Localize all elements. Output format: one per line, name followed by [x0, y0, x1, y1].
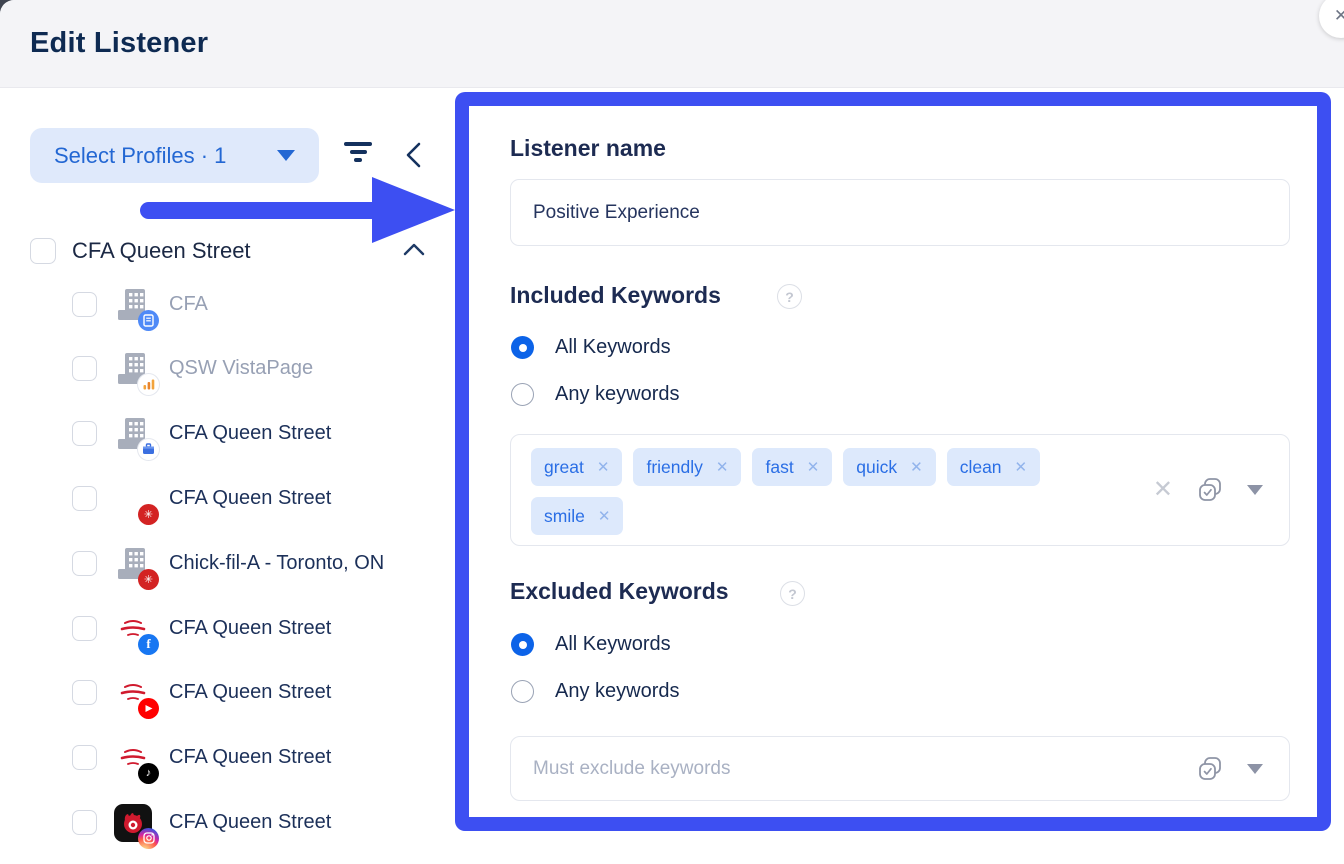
keyword-chip: great✕ [531, 448, 622, 486]
yelp-badge-icon: ✳ [138, 569, 159, 590]
building-icon [114, 415, 152, 453]
copy-select-icon[interactable] [1195, 475, 1225, 505]
radio-selected-icon[interactable] [511, 633, 534, 656]
chevron-up-icon[interactable] [402, 240, 426, 260]
listener-name-label: Listener name [510, 135, 666, 162]
caret-down-icon[interactable] [1247, 764, 1263, 774]
google-business-badge-icon [138, 439, 159, 460]
brand-logo-avatar [114, 804, 152, 842]
profile-checkbox[interactable] [72, 421, 97, 446]
profile-checkbox[interactable] [72, 486, 97, 511]
facebook-badge-icon: f [138, 634, 159, 655]
profile-checkbox[interactable] [72, 292, 97, 317]
modal-header: Edit Listener ✕ [0, 0, 1344, 88]
list-item[interactable]: ✳ Chick-fil-A - Toronto, ON [0, 531, 455, 596]
help-icon[interactable]: ? [777, 284, 802, 309]
brand-script-avatar [114, 674, 152, 712]
list-item[interactable]: ♪ CFA Queen Street [0, 725, 455, 790]
group-label: CFA Queen Street [72, 238, 251, 264]
profile-label: CFA [169, 293, 208, 316]
profile-label: CFA Queen Street [169, 617, 331, 640]
radio-unselected-icon[interactable] [511, 680, 534, 703]
profile-checkbox[interactable] [72, 616, 97, 641]
excluded-any-keywords-option[interactable]: Any keywords [511, 680, 680, 703]
excluded-placeholder: Must exclude keywords [533, 758, 1173, 780]
included-any-keywords-option[interactable]: Any keywords [511, 383, 680, 406]
tiktok-badge-icon: ♪ [138, 763, 159, 784]
select-profiles-button[interactable]: Select Profiles · 1 [30, 128, 319, 183]
radio-selected-icon[interactable] [511, 336, 534, 359]
excluded-keywords-input[interactable]: Must exclude keywords [510, 736, 1290, 801]
youtube-badge-icon [138, 698, 159, 719]
collapse-panel-chevron-left-icon[interactable] [402, 140, 426, 170]
included-keywords-input[interactable]: great✕ friendly✕ fast✕ quick✕ clean✕ smi… [510, 434, 1290, 546]
close-button[interactable]: ✕ [1319, 0, 1344, 38]
keyword-tools: ✕ [1129, 435, 1289, 545]
clear-all-icon[interactable]: ✕ [1153, 478, 1173, 502]
list-item[interactable]: ✳ CFA Queen Street [0, 466, 455, 531]
select-profiles-label: Select Profiles · 1 [54, 143, 226, 169]
profile-label: CFA Queen Street [169, 681, 331, 704]
keyword-chips: great✕ friendly✕ fast✕ quick✕ clean✕ smi… [511, 435, 1129, 545]
close-icon: ✕ [1334, 6, 1344, 26]
profile-doc-badge-icon [138, 310, 159, 331]
help-icon[interactable]: ? [780, 581, 805, 606]
radio-unselected-icon[interactable] [511, 383, 534, 406]
profile-group-row[interactable]: CFA Queen Street [0, 234, 455, 268]
excluded-all-keywords-option[interactable]: All Keywords [511, 633, 671, 656]
profile-checkbox[interactable] [72, 810, 97, 835]
profile-label: QSW VistaPage [169, 357, 313, 380]
profile-checkbox[interactable] [72, 680, 97, 705]
list-item[interactable]: CFA Queen Street [0, 790, 455, 855]
remove-keyword-icon[interactable]: ✕ [910, 458, 923, 476]
brand-script-avatar: ♪ [114, 739, 152, 777]
filter-icon[interactable] [343, 142, 373, 168]
building-icon: ✳ [114, 545, 152, 583]
building-icon [114, 350, 152, 388]
page-title: Edit Listener [30, 27, 208, 60]
yelp-badge-icon: ✳ [138, 504, 159, 525]
profile-label: CFA Queen Street [169, 746, 331, 769]
group-checkbox[interactable] [30, 238, 56, 264]
keyword-chip: smile✕ [531, 497, 623, 535]
profile-label: CFA Queen Street [169, 487, 331, 510]
profile-label: CFA Queen Street [169, 811, 331, 834]
caret-down-icon [277, 150, 295, 161]
copy-select-icon[interactable] [1195, 754, 1225, 784]
profile-label: CFA Queen Street [169, 422, 331, 445]
list-item[interactable]: f CFA Queen Street [0, 596, 455, 661]
brand-script-avatar: f [114, 610, 152, 648]
keyword-chip: quick✕ [843, 448, 935, 486]
profile-checkbox[interactable] [72, 745, 97, 770]
caret-down-icon[interactable] [1247, 485, 1263, 495]
included-all-keywords-option[interactable]: All Keywords [511, 336, 671, 359]
photo-avatar: ✳ [114, 480, 152, 518]
excluded-keywords-title: Excluded Keywords [510, 578, 729, 605]
profile-checkbox[interactable] [72, 551, 97, 576]
keyword-chip: fast✕ [752, 448, 832, 486]
profile-checkbox[interactable] [72, 356, 97, 381]
keyword-chip: friendly✕ [633, 448, 741, 486]
list-item[interactable]: QSW VistaPage [0, 336, 455, 401]
list-item[interactable]: CFA Queen Street [0, 401, 455, 466]
included-keywords-title: Included Keywords [510, 282, 721, 309]
remove-keyword-icon[interactable]: ✕ [597, 458, 610, 476]
remove-keyword-icon[interactable]: ✕ [807, 458, 820, 476]
remove-keyword-icon[interactable]: ✕ [598, 507, 611, 525]
edit-listener-modal: Edit Listener ✕ Select Profiles · 1 CFA … [0, 0, 1344, 864]
remove-keyword-icon[interactable]: ✕ [716, 458, 729, 476]
remove-keyword-icon[interactable]: ✕ [1015, 458, 1028, 476]
keyword-chip: clean✕ [947, 448, 1040, 486]
list-item[interactable]: CFA [0, 272, 455, 337]
profile-label: Chick-fil-A - Toronto, ON [169, 552, 384, 575]
list-item[interactable]: CFA Queen Street [0, 660, 455, 725]
analytics-badge-icon [138, 374, 159, 395]
instagram-badge-icon [138, 828, 159, 849]
building-icon [114, 286, 152, 324]
listener-name-input[interactable] [510, 179, 1290, 246]
annotation-arrow [140, 202, 388, 219]
